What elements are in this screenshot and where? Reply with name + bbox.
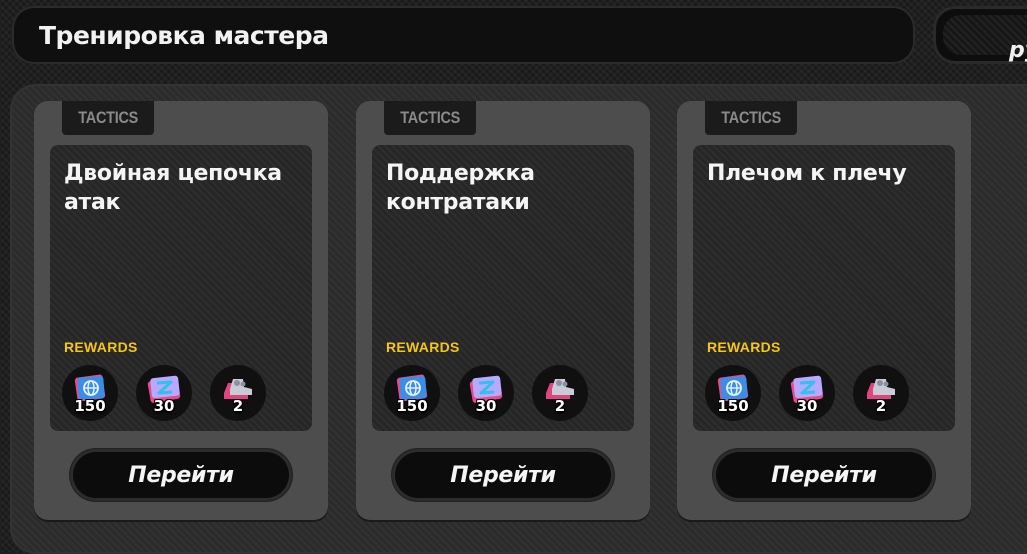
reward-count: 30 [796,397,818,415]
card-title: Двойная цепочка атак [64,161,282,215]
category-tag: TACTICS [384,101,476,135]
training-card: TACTICS Плечом к плечу REWARDS 150 30 2 … [677,101,971,520]
reward-count: 150 [717,397,749,415]
card-title: Плечом к плечу [707,161,907,186]
side-tab-label: ру [1009,38,1027,63]
reward-count: 150 [396,397,428,415]
go-button-label: Перейти [128,462,234,488]
reward-training-ticket: 30 [458,365,514,421]
reward-boots: 2 [532,365,588,421]
reward-globe-ticket: 150 [62,365,118,421]
page-title: Тренировка мастера [39,20,329,50]
go-button[interactable]: Перейти [392,449,614,501]
title-bar: Тренировка мастера [12,6,915,64]
category-tag-label: TACTICS [721,108,781,127]
reward-count: 30 [153,397,175,415]
card-content: Поддержка контратаки REWARDS 150 30 2 [372,145,634,431]
reward-count: 2 [232,397,244,415]
card-content: Плечом к плечу REWARDS 150 30 2 [693,145,955,431]
go-button[interactable]: Перейти [713,449,935,501]
category-tag: TACTICS [705,101,797,135]
card-title: Поддержка контратаки [386,161,535,215]
side-tab-button[interactable]: ру [933,6,1027,64]
rewards-label: REWARDS [707,339,781,355]
reward-training-ticket: 30 [136,365,192,421]
rewards-label: REWARDS [64,339,138,355]
reward-training-ticket: 30 [779,365,835,421]
reward-count: 2 [875,397,887,415]
training-card: TACTICS Двойная цепочка атак REWARDS 150… [34,101,328,520]
reward-globe-ticket: 150 [384,365,440,421]
reward-boots: 2 [853,365,909,421]
category-tag-label: TACTICS [78,108,138,127]
category-tag: TACTICS [62,101,154,135]
go-button-label: Перейти [450,462,556,488]
reward-count: 2 [554,397,566,415]
card-content: Двойная цепочка атак REWARDS 150 30 2 [50,145,312,431]
reward-count: 150 [74,397,106,415]
reward-globe-ticket: 150 [705,365,761,421]
category-tag-label: TACTICS [400,108,460,127]
rewards-label: REWARDS [386,339,460,355]
go-button[interactable]: Перейти [70,449,292,501]
reward-boots: 2 [210,365,266,421]
training-card: TACTICS Поддержка контратаки REWARDS 150… [356,101,650,520]
go-button-label: Перейти [771,462,877,488]
reward-count: 30 [475,397,497,415]
